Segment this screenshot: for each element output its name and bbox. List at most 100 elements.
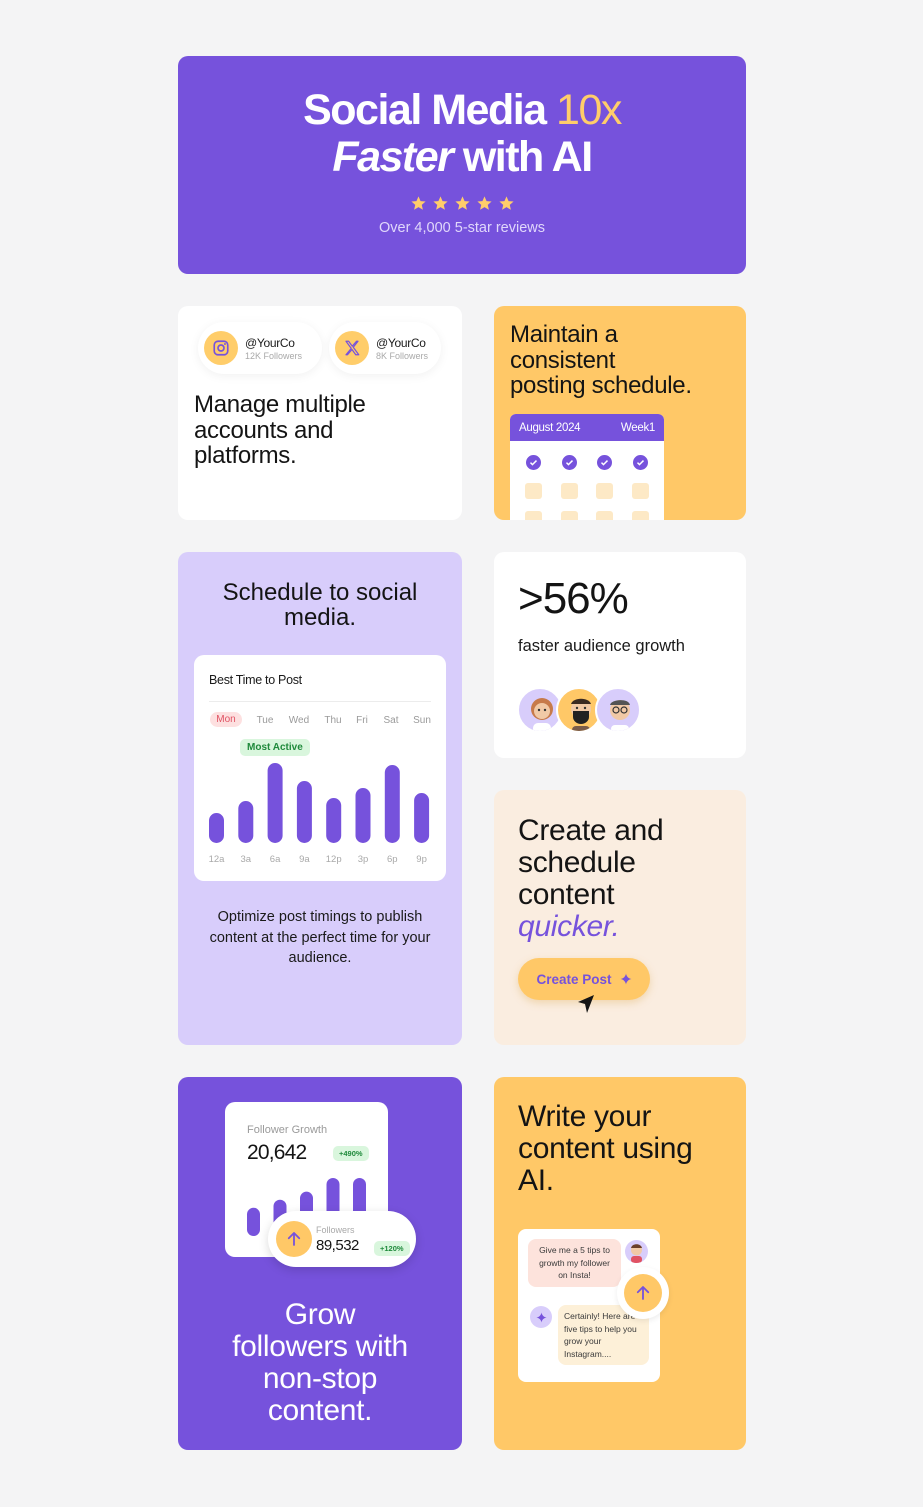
heading-line: Write your xyxy=(518,1100,652,1133)
x-tick-label: 9a xyxy=(299,854,310,865)
check-icon[interactable] xyxy=(561,455,577,470)
bar-12a xyxy=(209,813,224,843)
account-pill-instagram[interactable]: @YourCo 12K Followers xyxy=(198,322,322,374)
heading-line: consistent xyxy=(510,346,616,374)
followers-label: Followers xyxy=(316,1225,355,1235)
heading-line: media. xyxy=(283,604,357,631)
bar-9a xyxy=(296,781,312,843)
best-time-heading: Schedule to social media. xyxy=(178,580,462,630)
heading-line: posting schedule. xyxy=(510,372,692,399)
best-time-description: Optimize post timings to publish content… xyxy=(209,909,431,966)
stat-label: faster audience growth xyxy=(518,637,685,655)
schedule-heading: Maintain a consistent posting schedule. xyxy=(510,322,692,399)
hero-title-text: Social Media xyxy=(303,86,557,134)
arrow-up-icon xyxy=(276,1221,312,1257)
bar-12p xyxy=(326,798,342,843)
check-icon[interactable] xyxy=(526,455,542,470)
star-icon xyxy=(498,196,514,210)
x-tick-label: 9p xyxy=(416,854,427,865)
heading-line: Maintain a xyxy=(510,321,618,348)
star-icon xyxy=(454,196,470,210)
calendar-day[interactable] xyxy=(631,483,649,499)
heading-line: Create and xyxy=(518,814,664,847)
heading-line: AI. xyxy=(518,1164,554,1197)
calendar-row xyxy=(510,455,664,470)
avatar xyxy=(595,687,641,733)
account-handle: @YourCo xyxy=(376,335,426,350)
ai-sparkle-icon xyxy=(530,1306,552,1328)
bar-6p xyxy=(384,765,400,843)
bar-9p xyxy=(414,793,430,843)
heading-line: followers with xyxy=(232,1330,408,1363)
heading-line: platforms. xyxy=(194,442,297,469)
hero-banner: Social Media 10x Faster with AI Over 4,0… xyxy=(178,56,746,274)
reviews-text: Over 4,000 5-star reviews xyxy=(378,220,545,236)
schedule-card: Maintain a consistent posting schedule. … xyxy=(494,306,746,520)
create-heading: Create and schedule content quicker. xyxy=(518,814,664,943)
calendar-day[interactable] xyxy=(525,483,543,499)
check-icon[interactable] xyxy=(597,455,613,470)
accounts-heading: Manage multiple accounts and platforms. xyxy=(194,392,366,469)
ai-card: Write your content using AI. Give me a 5… xyxy=(494,1077,746,1450)
hero-title: Social Media 10x Faster with AI xyxy=(178,87,746,181)
calendar-row xyxy=(510,511,664,520)
heading-line: content xyxy=(518,878,615,911)
followers-value: 89,532 xyxy=(316,1237,359,1254)
heading-line: schedule xyxy=(518,846,636,879)
bar-6a xyxy=(267,763,283,843)
heading-line: Grow xyxy=(284,1298,356,1331)
hero-title-suffix: with AI xyxy=(452,133,593,181)
x-tick-label: 3a xyxy=(240,854,252,865)
star-icon xyxy=(410,196,426,210)
best-time-chart: Best Time to Post Mon Tue Wed Thu Fri Sa… xyxy=(194,655,446,881)
account-followers: 8K Followers xyxy=(376,350,429,361)
star-rating xyxy=(178,195,746,212)
send-button[interactable] xyxy=(617,1267,669,1319)
best-time-card: Schedule to social media. Best Time to P… xyxy=(178,552,462,1045)
bar-3p xyxy=(355,788,371,843)
check-icon[interactable] xyxy=(632,455,648,470)
heading-line: content using xyxy=(518,1132,693,1165)
followers-pill: Followers 89,532 +120% xyxy=(268,1211,416,1267)
account-followers: 12K Followers xyxy=(245,350,303,361)
grow-card: Follower Growth 20,642 +490% Followers 8… xyxy=(178,1077,462,1450)
avatar xyxy=(625,1240,648,1263)
heading-line: non-stop xyxy=(262,1362,378,1395)
account-handle: @YourCo xyxy=(245,335,295,350)
account-pill-x[interactable]: @YourCo 8K Followers xyxy=(329,322,441,374)
star-icon xyxy=(432,196,448,210)
cursor-icon xyxy=(578,995,594,1013)
calendar-day[interactable] xyxy=(525,511,543,520)
heading-italic: quicker. xyxy=(518,910,620,943)
calendar-day[interactable] xyxy=(631,511,649,520)
create-card: Create and schedule content quicker. Cre… xyxy=(494,790,746,1045)
calendar-day[interactable] xyxy=(596,511,614,520)
calendar-day[interactable] xyxy=(560,511,578,520)
x-icon xyxy=(335,331,369,365)
growth-bar xyxy=(247,1207,260,1236)
followers-badge: +120% xyxy=(374,1241,410,1256)
instagram-icon xyxy=(204,331,238,365)
bar-3a xyxy=(238,801,254,843)
x-tick-label: 3p xyxy=(357,854,369,865)
stat-card: >56% faster audience growth xyxy=(494,552,746,758)
heading-line: Schedule to social xyxy=(222,579,418,606)
x-tick-label: 12p xyxy=(325,854,342,865)
calendar-day[interactable] xyxy=(560,483,578,499)
hero-title-accent: 10x xyxy=(556,86,622,134)
x-tick-label: 6a xyxy=(269,854,281,865)
heading-line: Manage multiple xyxy=(194,391,366,418)
heading-line: accounts and xyxy=(194,416,334,444)
x-tick-label: 6p xyxy=(387,854,398,865)
heading-line: content. xyxy=(267,1394,373,1427)
ai-heading: Write your content using AI. xyxy=(518,1101,693,1197)
sparkle-icon xyxy=(620,973,632,985)
star-icon xyxy=(476,196,492,210)
user-message: Give me a 5 tips to growth my follower o… xyxy=(528,1239,621,1287)
calendar-header: August 2024 Week1 xyxy=(510,414,664,441)
calendar-month: August 2024 xyxy=(519,421,581,434)
stat-value: >56% xyxy=(518,574,629,623)
grow-heading: Grow followers with non-stop content. xyxy=(178,1299,462,1427)
bar-series xyxy=(209,763,430,843)
calendar-day[interactable] xyxy=(596,483,614,499)
